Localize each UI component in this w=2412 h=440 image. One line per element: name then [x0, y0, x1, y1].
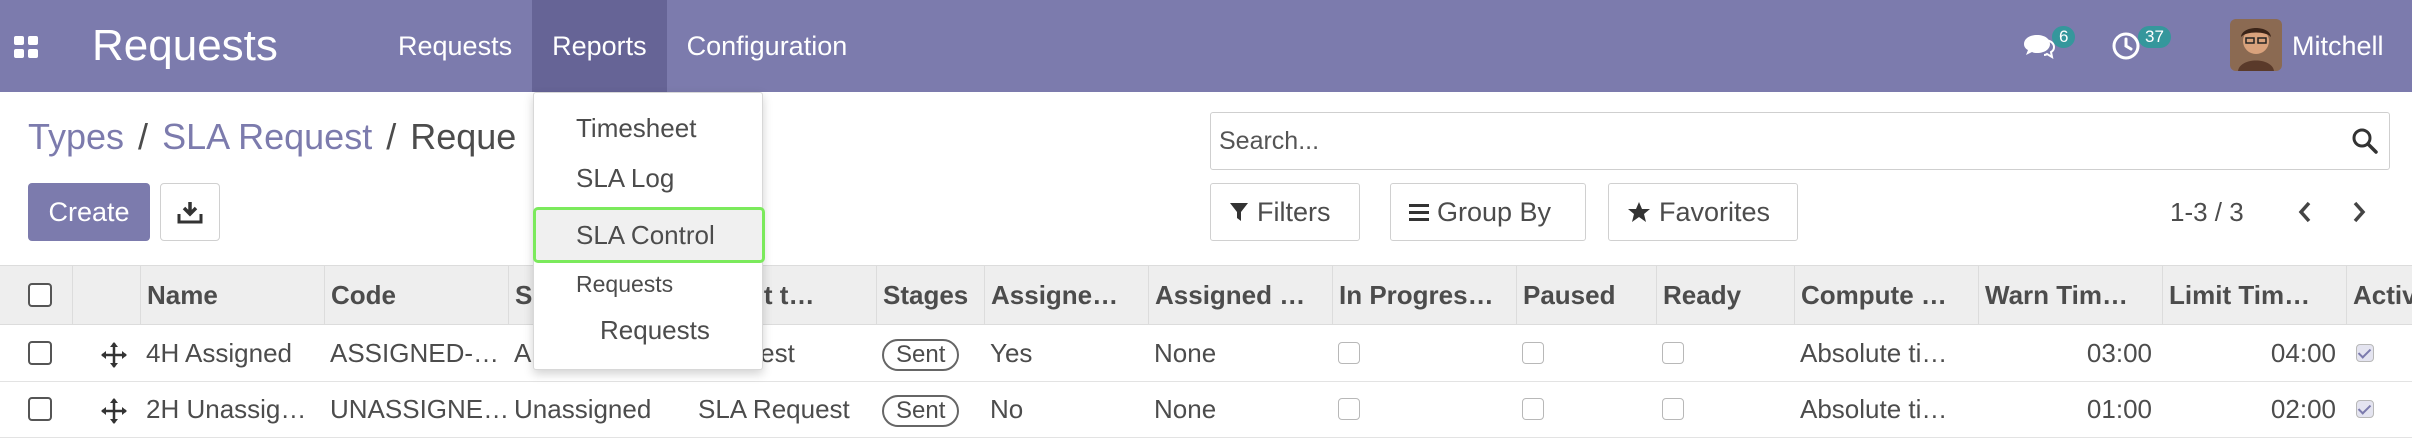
ready-checkbox[interactable]	[1662, 398, 1684, 420]
activities-count-badge: 37	[2138, 26, 2171, 48]
column-compute[interactable]: Compute …	[1794, 266, 1978, 324]
paused-checkbox[interactable]	[1522, 342, 1544, 364]
move-arrows-icon[interactable]	[100, 397, 128, 425]
breadcrumb-separator: /	[386, 116, 397, 157]
column-code[interactable]: Code	[324, 266, 508, 324]
pager-previous-button[interactable]	[2290, 196, 2320, 228]
chevron-right-icon	[2353, 201, 2366, 223]
group-by-button[interactable]: Group By	[1390, 183, 1586, 241]
cell-stages: Sent	[876, 382, 984, 437]
cell-code: ASSIGNED-…	[330, 338, 500, 368]
menu-configuration[interactable]: Configuration	[667, 0, 868, 92]
column-name[interactable]: Name	[140, 266, 324, 324]
messages-count-badge: 6	[2052, 26, 2076, 48]
column-assigned[interactable]: Assigne…	[984, 266, 1148, 324]
cell-assigned-to: None	[1154, 338, 1217, 368]
column-limit-time[interactable]: Limit Tim…	[2162, 266, 2346, 324]
cell-name: 2H Unassig…	[146, 394, 307, 424]
column-active[interactable]: Activ	[2346, 266, 2412, 324]
star-icon	[1628, 202, 1650, 222]
favorites-label: Favorites	[1659, 197, 1771, 227]
cell-assigned: No	[990, 394, 1024, 424]
create-button[interactable]: Create	[28, 183, 150, 241]
pager-value[interactable]: 1-3 / 3	[2170, 196, 2244, 228]
cell-s: Unassigned	[514, 394, 652, 424]
funnel-icon	[1230, 203, 1248, 221]
stage-tag: Sent	[882, 395, 960, 428]
column-ready[interactable]: Ready	[1656, 266, 1794, 324]
paused-checkbox[interactable]	[1522, 398, 1544, 420]
download-button[interactable]	[160, 183, 220, 241]
cell-stages: Sent	[876, 326, 984, 381]
breadcrumb-sla-request[interactable]: SLA Request	[162, 116, 372, 157]
cell-warn-time: 01:00	[2086, 394, 2152, 424]
move-arrows-icon[interactable]	[100, 341, 128, 369]
breadcrumb-current: Reque	[410, 116, 517, 157]
cell-limit-time: 04:00	[2270, 338, 2336, 368]
cell-assigned: Yes	[990, 338, 1033, 368]
chevron-left-icon	[2298, 201, 2311, 223]
in-progress-checkbox[interactable]	[1338, 342, 1360, 364]
table-row[interactable]: 4H Assigned ASSIGNED-… A Request Sent Ye…	[0, 326, 2412, 382]
table-header: Name Code S est t… Stages Assigne… Assig…	[0, 265, 2412, 325]
cell-code: UNASSIGNE…	[330, 394, 508, 424]
filters-label: Filters	[1257, 197, 1331, 227]
pager-next-button[interactable]	[2344, 196, 2374, 228]
user-name[interactable]: Mitchell	[2292, 28, 2384, 64]
stage-tag: Sent	[882, 339, 960, 372]
search-input[interactable]	[1219, 121, 2319, 161]
apps-grid-icon[interactable]	[14, 36, 40, 58]
favorites-button[interactable]: Favorites	[1608, 183, 1798, 241]
dropdown-item-sla-log[interactable]: SLA Log	[534, 163, 764, 194]
column-assigned-to[interactable]: Assigned …	[1148, 266, 1332, 324]
breadcrumb-separator: /	[138, 116, 149, 157]
search-box	[1210, 112, 2390, 170]
cell-compute: Absolute ti…	[1800, 394, 1948, 424]
cell-assigned-to: None	[1154, 394, 1217, 424]
top-navbar: Requests Requests Reports Configuration …	[0, 0, 2412, 92]
bars-icon	[1409, 204, 1429, 221]
select-all-checkbox[interactable]	[28, 283, 52, 307]
column-paused[interactable]: Paused	[1516, 266, 1656, 324]
cell-limit-time: 02:00	[2270, 394, 2336, 424]
filters-button[interactable]: Filters	[1210, 183, 1360, 241]
ready-checkbox[interactable]	[1662, 342, 1684, 364]
reports-dropdown-menu: Timesheet SLA Log SLA Control Requests R…	[533, 92, 765, 370]
dropdown-item-timesheet[interactable]: Timesheet	[534, 113, 764, 144]
table-row[interactable]: 2H Unassig… UNASSIGNE… Unassigned SLA Re…	[0, 382, 2412, 438]
breadcrumb-types[interactable]: Types	[28, 116, 124, 157]
menu-requests[interactable]: Requests	[378, 0, 532, 92]
dropdown-item-sla-control[interactable]: SLA Control	[533, 207, 765, 263]
cell-compute: Absolute ti…	[1800, 338, 1948, 368]
active-checkbox[interactable]	[2356, 400, 2374, 418]
app-title[interactable]: Requests	[92, 18, 278, 74]
column-in-progress[interactable]: In Progres…	[1332, 266, 1516, 324]
menu-reports[interactable]: Reports	[532, 0, 667, 92]
chat-bubble-icon[interactable]	[2022, 30, 2056, 62]
column-stages[interactable]: Stages	[876, 266, 984, 324]
avatar[interactable]	[2230, 19, 2282, 71]
search-icon[interactable]	[2351, 127, 2379, 155]
cell-name: 4H Assigned	[146, 338, 292, 368]
column-warn-time[interactable]: Warn Tim…	[1978, 266, 2162, 324]
main-menu: Requests Reports Configuration	[378, 0, 867, 92]
cell-warn-time: 03:00	[2086, 338, 2152, 368]
row-select-checkbox[interactable]	[28, 397, 52, 421]
dropdown-section-header-requests: Requests	[576, 271, 674, 297]
download-icon	[177, 202, 203, 224]
column-handle	[72, 266, 140, 324]
active-checkbox[interactable]	[2356, 344, 2374, 362]
in-progress-checkbox[interactable]	[1338, 398, 1360, 420]
row-select-checkbox[interactable]	[28, 341, 52, 365]
dropdown-item-requests[interactable]: Requests	[534, 315, 764, 346]
breadcrumb: Types / SLA Request / Reque	[28, 112, 516, 162]
cell-request-type: SLA Request	[698, 394, 850, 424]
group-by-label: Group By	[1437, 197, 1552, 227]
